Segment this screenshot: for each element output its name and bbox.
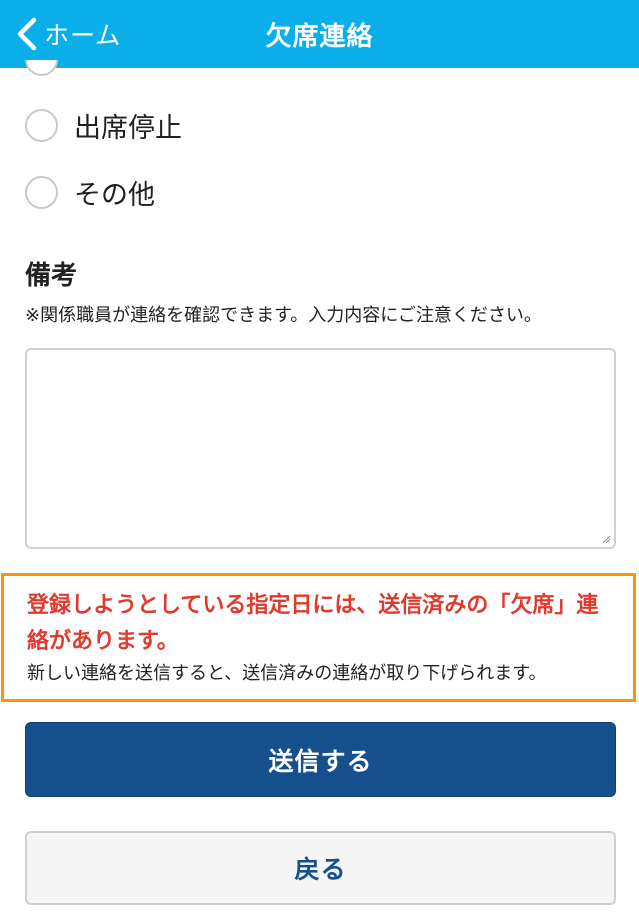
radio-circle [25, 176, 58, 209]
remarks-note: ※関係職員が連絡を確認できます。入力内容にご注意ください。 [25, 305, 542, 326]
back-button[interactable]: 戻る [25, 831, 616, 905]
warning-detail: 新しい連絡を送信すると、送信済みの連絡が取り下げられます。 [27, 663, 547, 684]
radio-label: 出席停止 [74, 113, 182, 144]
back-home-link[interactable]: ホーム [14, 0, 121, 68]
warning-message: 登録しようとしている指定日には、送信済みの「欠席」連絡があります。 [27, 593, 599, 654]
radio-button-partial[interactable] [25, 60, 58, 76]
duplicate-warning-box: 登録しようとしている指定日には、送信済みの「欠席」連絡があります。 新しい連絡を… [1, 573, 636, 702]
remarks-heading: 備考 [25, 261, 78, 291]
absence-contact-page: ホーム 欠席連絡 出席停止 その他 備考 ※関係職員が連絡を確認できます。入力内… [0, 0, 639, 924]
header-bar: ホーム 欠席連絡 [0, 0, 639, 68]
radio-circle [25, 109, 58, 142]
resize-grip-icon[interactable] [602, 535, 611, 544]
submit-button[interactable]: 送信する [25, 722, 616, 797]
radio-option-suspension[interactable]: 出席停止 [25, 106, 182, 145]
back-home-label: ホーム [44, 21, 122, 50]
submit-button-label: 送信する [268, 746, 373, 776]
page-title: 欠席連絡 [265, 21, 374, 52]
radio-circle [25, 60, 58, 76]
radio-option-other[interactable]: その他 [25, 173, 155, 212]
remarks-textarea[interactable] [25, 348, 616, 549]
radio-label: その他 [74, 180, 155, 211]
chevron-left-icon [17, 17, 37, 51]
back-button-label: 戻る [294, 855, 347, 884]
